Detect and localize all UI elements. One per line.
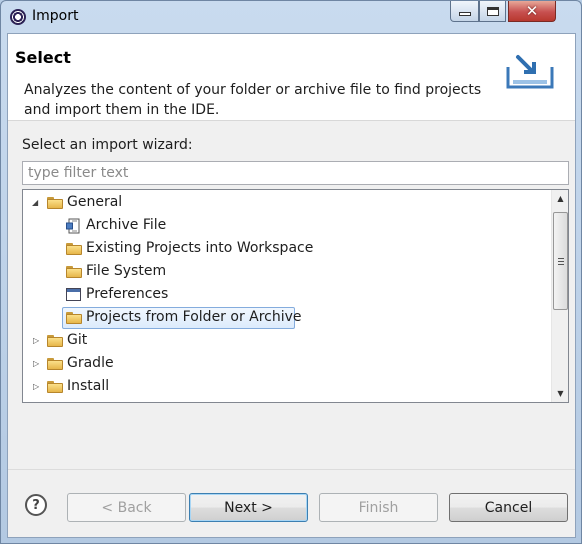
folder-icon xyxy=(47,335,63,347)
folder-icon xyxy=(47,358,63,370)
folder-icon xyxy=(47,197,63,209)
wizard-banner: Select Analyzes the content of your fold… xyxy=(8,34,575,120)
next-button[interactable]: Next > xyxy=(189,493,308,522)
wizard-tree: ◢ General Archive File Existing Projects… xyxy=(22,189,569,403)
filter-input[interactable] xyxy=(22,161,569,185)
close-icon: ✕ xyxy=(525,1,539,20)
window-title: Import xyxy=(32,8,79,24)
banner-separator xyxy=(8,120,575,121)
tree-item-general[interactable]: ◢ General xyxy=(23,192,549,214)
tree-item-label: Projects from Folder or Archive xyxy=(86,309,302,325)
close-button[interactable]: ✕ xyxy=(508,1,556,22)
maximize-button[interactable] xyxy=(479,1,506,22)
page-title: Select xyxy=(15,48,71,67)
tree-item-label: Install xyxy=(67,378,110,394)
tree-item-gradle[interactable]: ▷ Gradle xyxy=(23,353,549,375)
tree-item-archive-file[interactable]: Archive File xyxy=(23,215,549,237)
tree-item-label: Git xyxy=(67,332,88,348)
tree-item-label: Gradle xyxy=(67,355,114,371)
minimize-button[interactable] xyxy=(450,1,479,22)
cancel-button[interactable]: Cancel xyxy=(449,493,568,522)
page-description: Analyzes the content of your folder or a… xyxy=(24,82,482,118)
help-icon[interactable]: ? xyxy=(25,494,47,516)
back-button[interactable]: < Back xyxy=(67,493,186,522)
tree-item-label: Archive File xyxy=(86,217,167,233)
eclipse-icon xyxy=(10,9,26,25)
scroll-up-icon[interactable]: ▲ xyxy=(552,190,568,207)
collapsed-arrow-icon[interactable]: ▷ xyxy=(33,382,42,391)
maximize-icon xyxy=(486,6,499,16)
collapsed-arrow-icon[interactable]: ▷ xyxy=(33,359,42,368)
scrollbar-thumb[interactable] xyxy=(553,212,568,310)
tree-item-label: General xyxy=(67,194,123,210)
archive-file-icon xyxy=(66,218,80,234)
grip-icon xyxy=(558,258,564,265)
tree-item-label: Existing Projects into Workspace xyxy=(86,240,314,256)
tree-item-git[interactable]: ▷ Git xyxy=(23,330,549,352)
vertical-scrollbar[interactable]: ▲ ▼ xyxy=(551,190,568,402)
dialog-content: Select Analyzes the content of your fold… xyxy=(7,33,576,538)
expanded-arrow-icon[interactable]: ◢ xyxy=(32,198,41,207)
tree-item-existing-projects[interactable]: Existing Projects into Workspace xyxy=(23,238,549,260)
folder-icon xyxy=(66,312,82,324)
import-dialog: Import ✕ Select Analyzes the content of … xyxy=(0,0,582,544)
preferences-icon xyxy=(66,288,81,301)
tree-item-projects-from-folder[interactable]: Projects from Folder or Archive xyxy=(23,307,549,329)
folder-icon xyxy=(47,381,63,393)
import-tray-icon xyxy=(506,55,554,89)
tree-item-preferences[interactable]: Preferences xyxy=(23,284,549,306)
footer-separator xyxy=(8,469,575,470)
scroll-down-icon[interactable]: ▼ xyxy=(552,385,568,402)
folder-icon xyxy=(66,266,82,278)
finish-button[interactable]: Finish xyxy=(319,493,438,522)
tree-item-label: Preferences xyxy=(86,286,169,302)
tree-item-file-system[interactable]: File System xyxy=(23,261,549,283)
title-bar[interactable]: Import ✕ xyxy=(1,1,581,33)
tree-item-install[interactable]: ▷ Install xyxy=(23,376,549,398)
existing-projects-icon xyxy=(66,243,82,255)
tree-item-label: File System xyxy=(86,263,167,279)
collapsed-arrow-icon[interactable]: ▷ xyxy=(33,336,42,345)
minimize-icon xyxy=(458,12,471,16)
wizard-list-label: Select an import wizard: xyxy=(22,137,193,153)
